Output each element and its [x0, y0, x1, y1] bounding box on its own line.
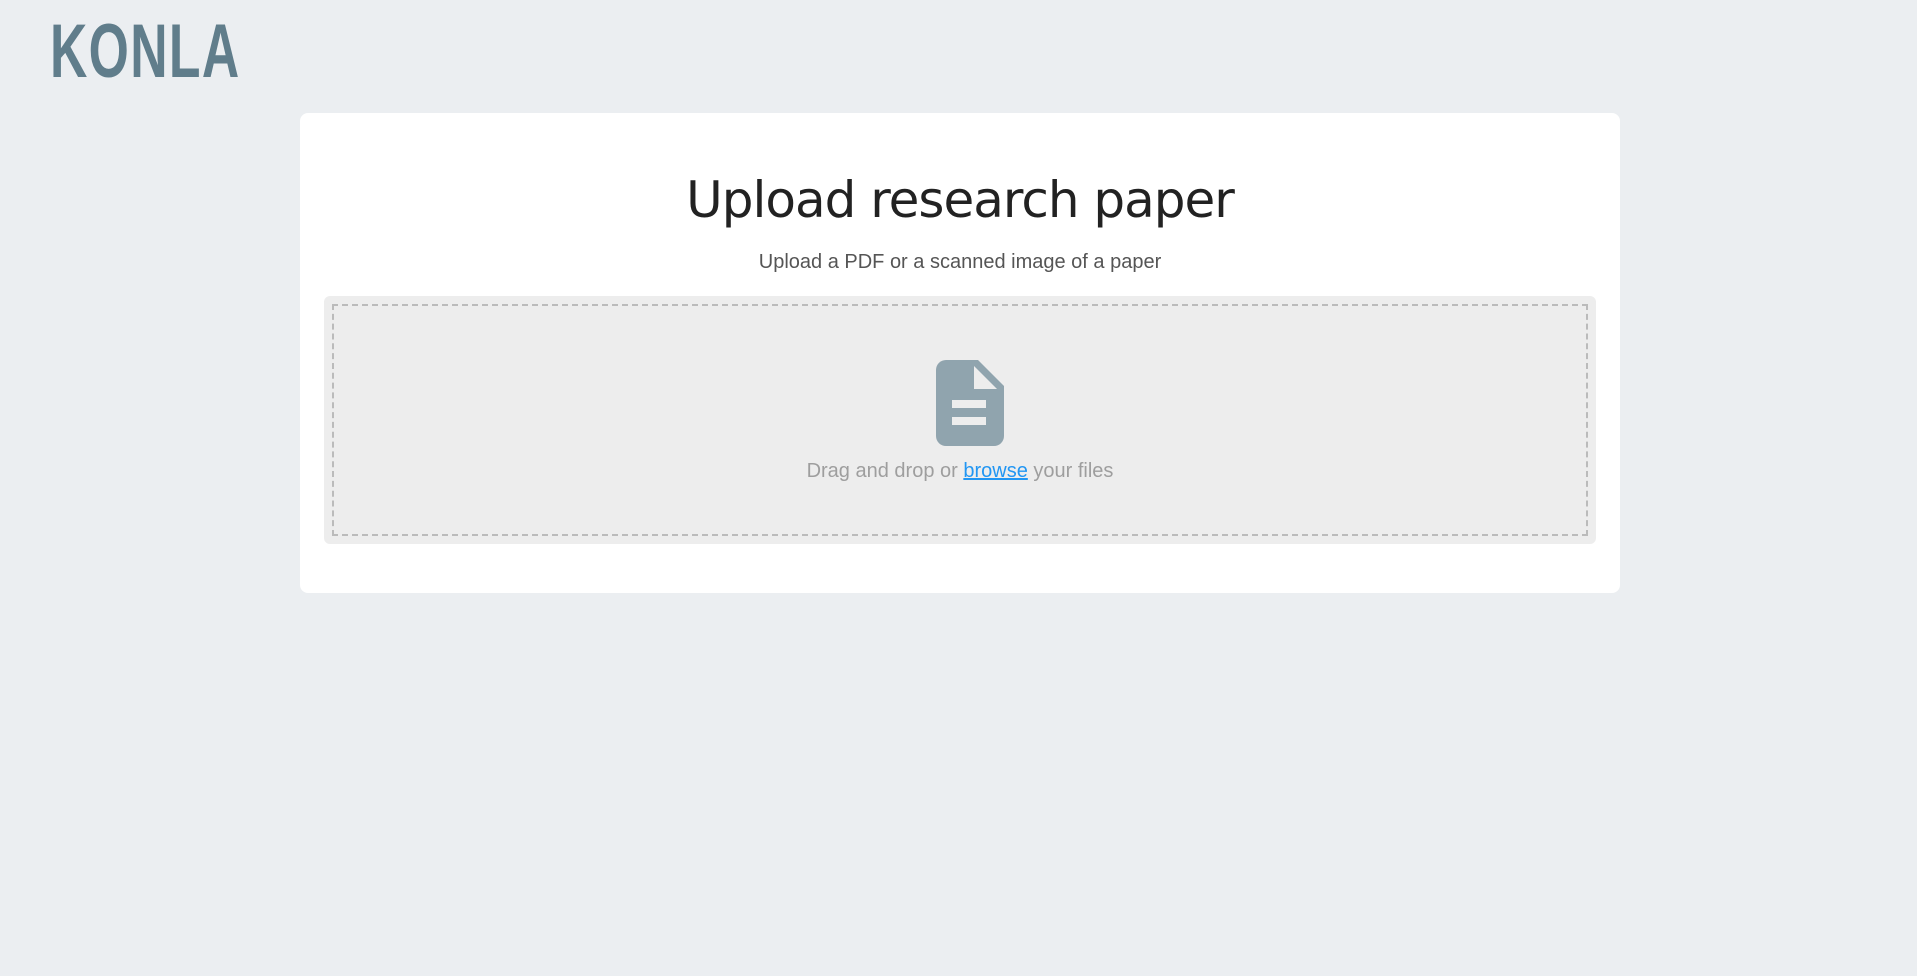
- file-document-icon: [936, 360, 1004, 446]
- konla-logo: KONLA: [50, 9, 241, 94]
- upload-card: Upload research paper Upload a PDF or a …: [300, 113, 1620, 593]
- page-subtitle: Upload a PDF or a scanned image of a pap…: [758, 251, 1162, 273]
- file-dropzone[interactable]: Drag and drop or browse your files: [324, 296, 1596, 544]
- dropzone-text: Drag and drop or browse your files: [334, 460, 1586, 483]
- dropzone-text-after: your files: [1027, 460, 1114, 482]
- dropzone-text-before: Drag and drop or: [806, 460, 964, 482]
- dropzone-border: Drag and drop or browse your files: [332, 304, 1588, 536]
- browse-link[interactable]: browse: [963, 460, 1027, 482]
- page-title: Upload research paper: [686, 171, 1235, 229]
